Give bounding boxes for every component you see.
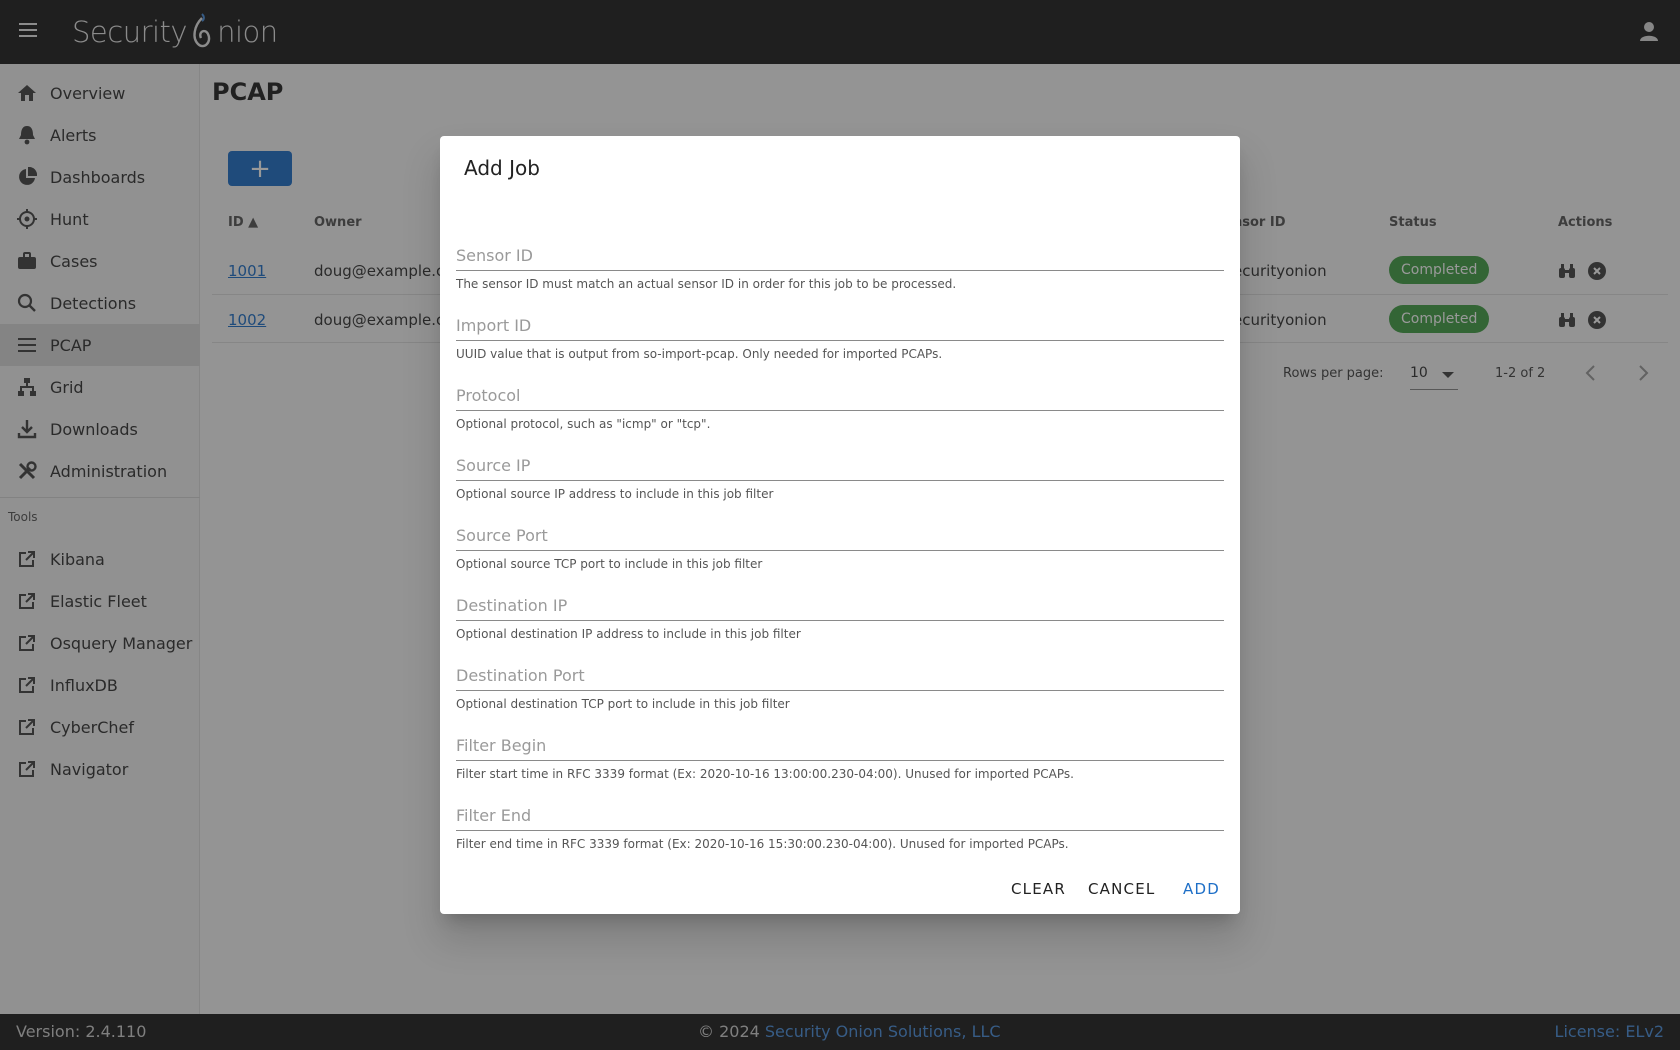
- source-port-field: Optional source TCP port to include in t…: [456, 511, 1224, 571]
- clear-button[interactable]: CLEAR: [1011, 880, 1066, 898]
- filter-begin-field: Filter start time in RFC 3339 format (Ex…: [456, 721, 1224, 781]
- filter-end-field: Filter end time in RFC 3339 format (Ex: …: [456, 791, 1224, 851]
- destination-ip-input[interactable]: [456, 581, 1224, 621]
- source-ip-input[interactable]: [456, 441, 1224, 481]
- sensor-id-field: The sensor ID must match an actual senso…: [456, 231, 1224, 291]
- destination-ip-field: Optional destination IP address to inclu…: [456, 581, 1224, 641]
- destination-port-field: Optional destination TCP port to include…: [456, 651, 1224, 711]
- source-port-input[interactable]: [456, 511, 1224, 551]
- field-hint: Filter end time in RFC 3339 format (Ex: …: [456, 837, 1069, 851]
- source-ip-field: Optional source IP address to include in…: [456, 441, 1224, 501]
- field-hint: Optional destination IP address to inclu…: [456, 627, 801, 641]
- field-hint: The sensor ID must match an actual senso…: [456, 277, 957, 291]
- field-hint: Optional source IP address to include in…: [456, 487, 774, 501]
- field-hint: Optional protocol, such as "icmp" or "tc…: [456, 417, 711, 431]
- field-hint: UUID value that is output from so-import…: [456, 347, 943, 361]
- cancel-button[interactable]: CANCEL: [1088, 880, 1155, 898]
- destination-port-input[interactable]: [456, 651, 1224, 691]
- import-id-field: UUID value that is output from so-import…: [456, 301, 1224, 361]
- import-id-input[interactable]: [456, 301, 1224, 341]
- dialog-title: Add Job: [464, 156, 540, 180]
- sensor-id-input[interactable]: [456, 231, 1224, 271]
- add-job-dialog: Add Job The sensor ID must match an actu…: [440, 136, 1240, 914]
- protocol-input[interactable]: [456, 371, 1224, 411]
- field-hint: Filter start time in RFC 3339 format (Ex…: [456, 767, 1074, 781]
- field-hint: Optional source TCP port to include in t…: [456, 557, 763, 571]
- field-hint: Optional destination TCP port to include…: [456, 697, 790, 711]
- filter-end-input[interactable]: [456, 791, 1224, 831]
- filter-begin-input[interactable]: [456, 721, 1224, 761]
- add-button[interactable]: ADD: [1183, 880, 1220, 898]
- protocol-field: Optional protocol, such as "icmp" or "tc…: [456, 371, 1224, 431]
